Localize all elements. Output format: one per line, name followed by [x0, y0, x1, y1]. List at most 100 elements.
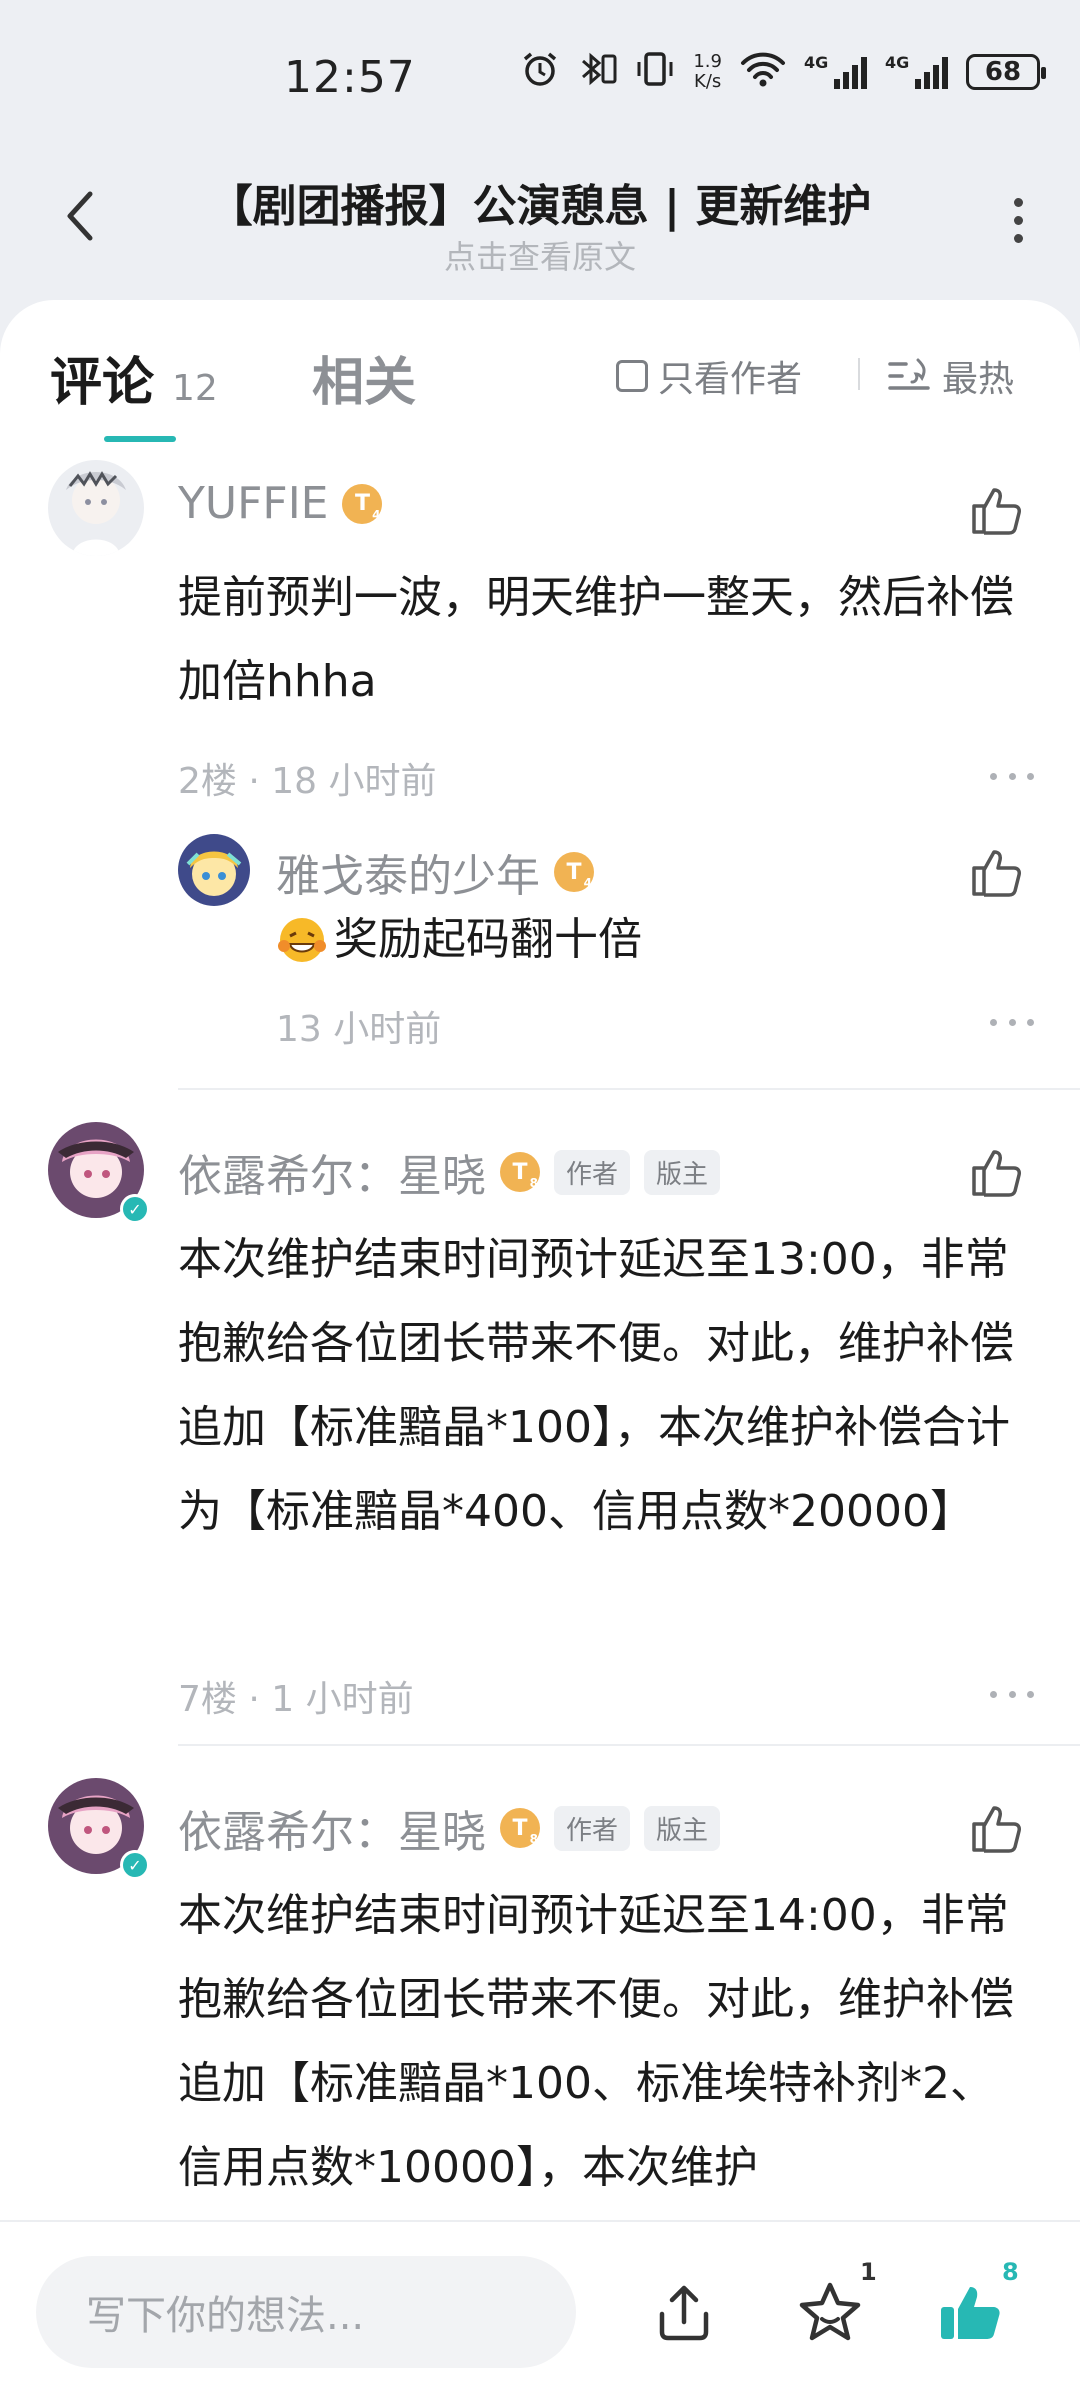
star-icon: [799, 2282, 861, 2341]
level-letter: T: [354, 491, 370, 516]
view-original-link[interactable]: 点击查看原文: [120, 232, 960, 278]
signal-1-icon: 4G: [804, 53, 867, 89]
favorite-button[interactable]: 1: [790, 2258, 877, 2352]
reply-username-text: 雅戈泰的少年: [276, 851, 540, 902]
comment-input-placeholder: 写下你的想法...: [86, 2293, 365, 2339]
more-options-button[interactable]: [996, 190, 1040, 250]
net-speed-unit: K/s: [694, 71, 722, 92]
battery-icon: 68: [966, 54, 1046, 90]
reply-text: 奖励起码翻十倍: [334, 914, 642, 965]
thumbs-up-icon: [972, 850, 1021, 897]
author-tag: 作者: [554, 1149, 631, 1195]
active-tab-indicator: [104, 436, 176, 442]
meta-separator: ·: [248, 1679, 260, 1720]
wifi-icon: [740, 50, 786, 94]
level-number: 8: [529, 1176, 538, 1190]
battery-level: 68: [984, 57, 1022, 87]
meta-separator: ·: [248, 761, 260, 802]
comment-divider: [178, 1744, 1080, 1746]
comment-username[interactable]: YUFFIE T4: [178, 478, 383, 529]
bottom-action-bar: 写下你的想法... 1 8: [0, 2220, 1080, 2400]
reply-avatar[interactable]: [178, 834, 250, 906]
reply-text-row: 奖励起码翻十倍: [276, 912, 976, 968]
tab-related[interactable]: 相关: [312, 340, 416, 415]
level-letter: T: [512, 1159, 528, 1185]
comment-more-button[interactable]: [990, 766, 1034, 786]
thumbs-up-icon: [972, 1806, 1021, 1853]
filter-divider: [858, 358, 860, 390]
comment-text: 本次维护结束时间预计延迟至14:00，非常抱歉给各位团长带来不便。对此，维护补偿…: [178, 1890, 1014, 2193]
sort-icon: [888, 358, 930, 390]
tab-comments-label: 评论: [50, 353, 155, 413]
level-badge: T8: [500, 1808, 540, 1848]
comment-more-button[interactable]: [990, 1684, 1034, 1704]
chevron-left-icon: [67, 191, 93, 241]
level-letter: T: [512, 1815, 528, 1841]
thumbs-up-icon: [972, 1150, 1021, 1197]
more-horiz-icon: [990, 1018, 997, 1026]
like-post-button[interactable]: 8: [930, 2258, 1019, 2352]
net-speed: 1.9 K/s: [693, 52, 722, 92]
tab-comments[interactable]: 评论 12: [50, 340, 218, 415]
checkbox-icon: [616, 360, 648, 392]
comment-text: 本次维护结束时间预计延迟至13:00，非常抱歉给各位团长带来不便。对此，维护补偿…: [178, 1234, 1014, 1537]
username-text: 依露希尔：星晓: [178, 1151, 486, 1202]
grinning-emoji-icon: [278, 918, 326, 962]
author-only-filter[interactable]: 只看作者: [616, 350, 802, 402]
author-only-label: 只看作者: [658, 359, 803, 400]
comment-username[interactable]: 依露希尔：星晓 T8 作者 版主: [178, 1796, 721, 1860]
net-speed-value: 1.9: [693, 51, 722, 72]
status-bar: 12:57 1.9 K/s 4G 4G 68: [0, 0, 1080, 150]
floor-number: 2楼: [178, 761, 237, 802]
status-icons: 1.9 K/s 4G 4G 68: [521, 50, 1046, 94]
comment-time: 1 小时前: [271, 1679, 414, 1720]
tab-comments-count: 12: [172, 368, 218, 409]
status-time: 12:57: [284, 52, 416, 103]
reply-more-button[interactable]: [990, 1012, 1034, 1032]
share-button[interactable]: [644, 2272, 724, 2352]
thumbs-up-icon: [972, 488, 1021, 535]
signal-1-label: 4G: [804, 53, 829, 72]
level-number: 4: [583, 876, 592, 890]
tab-bar: 评论 12 相关 只看作者 最热: [0, 300, 1080, 450]
reply-like-button[interactable]: [968, 844, 1028, 904]
like-button[interactable]: [968, 1144, 1028, 1204]
author-tag: 作者: [554, 1805, 631, 1851]
level-letter: T: [566, 859, 582, 885]
comment-username[interactable]: 依露希尔：星晓 T8 作者 版主: [178, 1140, 721, 1204]
more-horiz-icon: [990, 1690, 997, 1698]
vibrate-icon: [635, 50, 675, 94]
username-text: YUFFIE: [178, 478, 329, 529]
like-count: 8: [1002, 2258, 1019, 2286]
moderator-tag: 版主: [644, 1805, 721, 1851]
sort-label: 最热: [942, 359, 1015, 400]
avatar[interactable]: [48, 460, 144, 556]
more-horiz-icon: [990, 772, 997, 780]
level-badge: T4: [554, 852, 594, 892]
comment-text: 提前预判一波，明天维护一整天，然后补偿加倍hhha: [178, 572, 1014, 707]
comment-divider: [178, 1088, 1080, 1090]
alarm-icon: [521, 50, 559, 94]
level-badge: T8: [500, 1152, 540, 1192]
share-icon: [659, 2285, 709, 2341]
more-vert-icon: [1013, 197, 1023, 207]
comment-time: 18 小时前: [271, 761, 437, 802]
comments-panel: 评论 12 相关 只看作者 最热 YUFFIE T4 提前预判一波，明天维护一整…: [0, 300, 1080, 2220]
thumbs-up-filled-icon: [941, 2287, 1000, 2339]
comment-meta: 2楼 · 18 小时前: [178, 752, 437, 804]
comment-input[interactable]: 写下你的想法...: [36, 2256, 576, 2368]
floor-number: 7楼: [178, 1679, 237, 1720]
signal-2-icon: 4G: [885, 53, 948, 89]
back-button[interactable]: [50, 186, 110, 246]
comment-meta: 7楼 · 1 小时前: [178, 1670, 414, 1722]
like-button[interactable]: [968, 1800, 1028, 1860]
reply-time: 13 小时前: [276, 1009, 442, 1050]
bluetooth-icon: [577, 50, 617, 94]
reply-username[interactable]: 雅戈泰的少年 T4: [276, 840, 594, 904]
like-button[interactable]: [968, 482, 1028, 542]
header: 【剧团播报】公演憩息 | 更新维护 点击查看原文: [0, 150, 1080, 300]
level-number: 4: [372, 507, 381, 522]
level-badge: T4: [342, 483, 383, 524]
username-text: 依露希尔：星晓: [178, 1807, 486, 1858]
sort-button[interactable]: 最热: [888, 350, 1014, 402]
